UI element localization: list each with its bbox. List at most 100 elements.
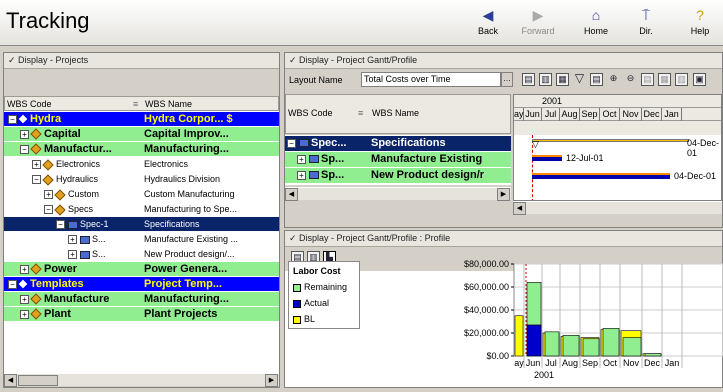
project-row[interactable]: − Spec-1 Specifications — [4, 217, 279, 231]
y-tick-label: $80,000.00 — [464, 259, 509, 269]
home-icon: ⌂ — [591, 7, 601, 23]
y-tick-label: $20,000.00 — [464, 328, 509, 338]
directory-button[interactable]: ⍑ Dir. — [626, 4, 666, 36]
project-row[interactable]: − Templates Project Temp... — [4, 277, 279, 291]
projects-toolbar — [4, 69, 279, 95]
expand-icon[interactable]: + — [20, 129, 29, 139]
expand-icon[interactable]: + — [44, 190, 53, 200]
legend-label: Actual — [304, 298, 330, 308]
y-tick-label: $40,000.00 — [464, 305, 509, 315]
settings-tool-icon[interactable]: ▣ — [693, 73, 706, 86]
collapse-icon[interactable]: − — [20, 144, 29, 154]
layout-name-field[interactable]: Total Costs over Time — [361, 72, 501, 87]
disabled-tool-icon[interactable]: ▤ — [641, 73, 654, 86]
project-row[interactable]: + S... New Product design/... — [4, 247, 279, 261]
scroll-left-icon[interactable]: ◀ — [513, 202, 526, 215]
profile-panel-header[interactable]: ✓ Display - Project Gantt/Profile : Prof… — [285, 231, 722, 247]
expand-icon[interactable]: + — [20, 264, 29, 274]
expand-icon[interactable]: + — [297, 170, 306, 180]
scroll-thumb[interactable] — [18, 375, 58, 386]
task-bar-2 — [532, 173, 670, 179]
expand-icon[interactable]: + — [20, 309, 29, 319]
x-month-label: Oct — [603, 358, 618, 368]
project-row[interactable]: + Electronics Electronics — [4, 157, 279, 171]
project-row[interactable]: − Specs Manufacturing to Spe... — [4, 202, 279, 216]
row-name-cell: Custom Manufacturing — [144, 189, 235, 199]
collapse-icon[interactable]: − — [8, 114, 17, 124]
collapse-icon[interactable]: − — [8, 279, 17, 289]
column-resize-icon[interactable]: ≡ — [133, 98, 138, 111]
gantt-panel-header[interactable]: ✓ Display - Project Gantt/Profile — [285, 53, 722, 69]
bar-remaining — [544, 331, 560, 357]
row-code-cell: − Hydra — [8, 112, 140, 126]
gantt-bars-icon[interactable]: ▦ — [556, 73, 569, 86]
gantt-row[interactable]: − Spec... Specifications — [285, 136, 511, 151]
back-button[interactable]: ◀ Back — [468, 4, 508, 36]
gantt-month-label: ay — [514, 108, 524, 121]
chart-legend: Labor Cost Remaining Actual BL — [288, 261, 360, 329]
zoom-in-icon[interactable]: ⊕ — [607, 73, 620, 86]
legend-label: Remaining — [304, 282, 348, 292]
expand-icon[interactable]: + — [297, 154, 306, 164]
filter-icon[interactable]: ▽ — [573, 72, 586, 86]
legend-swatch — [293, 299, 301, 308]
projects-panel-header[interactable]: ✓ Display - Projects — [4, 53, 279, 69]
disabled-tool3-icon[interactable]: ▥ — [675, 73, 688, 86]
col-wbs-name[interactable]: WBS Name — [372, 107, 419, 120]
project-row[interactable]: − Hydra Hydra Corpor... $ — [4, 112, 279, 126]
expand-icon[interactable]: + — [20, 294, 29, 304]
diamond-icon — [42, 158, 54, 171]
project-row[interactable]: + Power Power Genera... — [4, 262, 279, 276]
scroll-left-icon[interactable]: ◀ — [4, 374, 17, 387]
project-row[interactable]: + S... Manufacture Existing ... — [4, 232, 279, 246]
layout-browse-button[interactable]: … — [501, 72, 513, 87]
scroll-right-icon[interactable]: ▶ — [265, 374, 278, 387]
project-row[interactable]: + Manufacture Manufacturing... — [4, 292, 279, 306]
gantt-row[interactable]: + Sp... New Product design/r — [285, 168, 511, 183]
task-bar-1 — [532, 155, 562, 161]
collapse-icon[interactable]: − — [44, 205, 53, 215]
timeline-hscrollbar[interactable]: ◀ — [513, 201, 722, 215]
column-resize-icon[interactable]: ≡ — [358, 107, 363, 120]
col-wbs-code[interactable]: WBS Code — [7, 98, 52, 111]
projects-hscrollbar[interactable]: ◀ ▶ — [4, 373, 279, 387]
wbs-node-icon — [309, 171, 319, 180]
collapse-chevron-icon: ✓ — [289, 233, 300, 243]
gantt-year: 2001 — [514, 95, 721, 108]
expand-icon[interactable]: + — [68, 250, 77, 260]
collapse-icon[interactable]: − — [287, 138, 296, 148]
legend-swatch — [293, 315, 301, 324]
project-row[interactable]: + Capital Capital Improv... — [4, 127, 279, 141]
project-row[interactable]: − Hydraulics Hydraulics Division — [4, 172, 279, 186]
gantt-row[interactable]: + Sp... Manufacture Existing — [285, 152, 511, 167]
columns-icon[interactable]: ▥ — [539, 73, 552, 86]
collapse-icon[interactable]: − — [56, 220, 65, 230]
collapse-icon[interactable]: − — [32, 175, 41, 185]
row-name-cell: Hydra Corpor... $ — [144, 113, 233, 125]
project-row[interactable]: + Custom Custom Manufacturing — [4, 187, 279, 201]
chart-view-icon[interactable]: ▤ — [522, 73, 535, 86]
home-button[interactable]: ⌂ Home — [576, 4, 616, 36]
help-button[interactable]: ? Help — [680, 4, 720, 36]
zoom-out-icon[interactable]: ⊖ — [624, 73, 637, 86]
help-label: Help — [690, 26, 710, 36]
projects-column-header: WBS Code ≡ WBS Name — [4, 96, 279, 111]
expand-icon[interactable]: + — [68, 235, 77, 245]
expand-icon[interactable]: + — [32, 160, 41, 170]
table-icon[interactable]: ▤ — [590, 73, 603, 86]
scroll-left-icon[interactable]: ◀ — [285, 188, 298, 201]
row-code-cell: + S... — [68, 232, 140, 246]
project-row[interactable]: + Plant Plant Projects — [4, 307, 279, 321]
row-code-cell: + Capital — [20, 127, 140, 141]
disabled-tool2-icon[interactable]: ▦ — [658, 73, 671, 86]
scroll-right-icon[interactable]: ▶ — [497, 188, 510, 201]
diamond-icon — [54, 188, 66, 201]
project-row[interactable]: − Manufactur... Manufacturing... — [4, 142, 279, 156]
col-wbs-code[interactable]: WBS Code — [288, 107, 333, 120]
gantt-timeline: 2001 ay Jun Jul Aug Sep Oct Nov Dec Jan ▽ 04-Dec… — [513, 94, 722, 201]
forward-button[interactable]: ▶ Forward — [518, 4, 558, 36]
gantt-hscrollbar[interactable]: ◀ ▶ — [285, 187, 511, 201]
row-code-cell: + Manufacture — [20, 292, 140, 306]
gantt-code-cell: + Sp... — [297, 152, 369, 166]
col-wbs-name[interactable]: WBS Name — [145, 98, 192, 111]
